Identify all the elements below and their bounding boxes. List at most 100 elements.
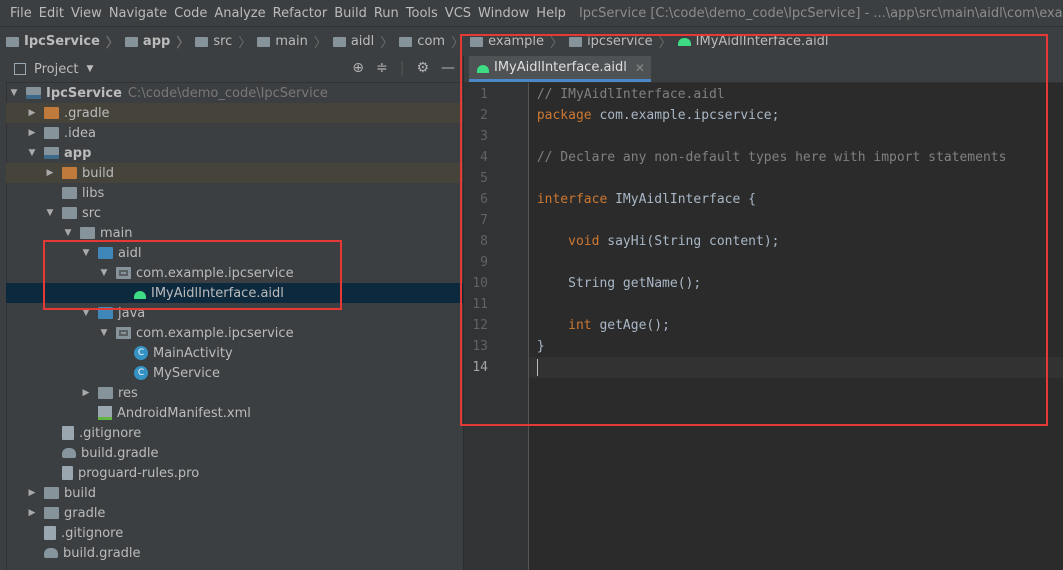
- expand-arrow-icon[interactable]: ▼: [26, 148, 38, 158]
- collapse-arrow-icon[interactable]: ▶: [26, 128, 38, 138]
- line-number: 14: [472, 360, 488, 375]
- tree-node[interactable]: .gitignore: [6, 523, 463, 543]
- project-tree: ▼ IpcService C:\code\demo_code\IpcService ▶…: [6, 83, 463, 570]
- tree-node[interactable]: ▶ gradle: [6, 503, 463, 523]
- line-number: 8: [480, 234, 488, 249]
- menu-tools[interactable]: Tools: [406, 6, 444, 21]
- project-view-selector[interactable]: Project: [34, 62, 78, 77]
- menu-navigate[interactable]: Navigate: [109, 6, 173, 21]
- code-line[interactable]: [529, 210, 1063, 231]
- tree-node[interactable]: ▼ java: [6, 303, 463, 323]
- code-line[interactable]: [529, 357, 1063, 378]
- breadcrumb-item[interactable]: IMyAidlInterface.aidl: [672, 34, 829, 49]
- tree-node[interactable]: ▼ src: [6, 203, 463, 223]
- breadcrumb-item[interactable]: com 〉: [393, 32, 464, 51]
- menu-edit[interactable]: Edit: [39, 6, 70, 21]
- menu-run[interactable]: Run: [374, 6, 405, 21]
- code-line[interactable]: [529, 168, 1063, 189]
- expand-arrow-icon[interactable]: ▼: [44, 208, 56, 218]
- breadcrumb-item[interactable]: ipcservice 〉: [563, 32, 672, 51]
- breadcrumb-separator-icon: 〉: [658, 36, 672, 51]
- menu-build[interactable]: Build: [334, 6, 373, 21]
- collapse-arrow-icon[interactable]: ▶: [26, 108, 38, 118]
- package-icon: [116, 267, 131, 279]
- tree-node[interactable]: ▶ build: [6, 483, 463, 503]
- code-line[interactable]: // Declare any non-default types here wi…: [529, 147, 1063, 168]
- menu-refactor[interactable]: Refactor: [273, 6, 334, 21]
- collapse-arrow-icon[interactable]: ▶: [26, 488, 38, 498]
- collapse-all-icon[interactable]: ≑: [376, 60, 388, 76]
- expand-arrow-icon[interactable]: ▼: [98, 268, 110, 278]
- tree-node[interactable]: .gitignore: [6, 423, 463, 443]
- code-line[interactable]: // IMyAidlInterface.aidl: [529, 84, 1063, 105]
- collapse-arrow-icon[interactable]: ▶: [44, 168, 56, 178]
- code-line[interactable]: interface IMyAidlInterface {: [529, 189, 1063, 210]
- tree-node[interactable]: proguard-rules.pro: [6, 463, 463, 483]
- code-line[interactable]: [529, 126, 1063, 147]
- code-line[interactable]: [529, 294, 1063, 315]
- code-text: com.example.ipcservice;: [591, 108, 780, 123]
- tree-node[interactable]: build.gradle: [6, 443, 463, 463]
- menu-code[interactable]: Code: [174, 6, 213, 21]
- tree-node[interactable]: ▼ com.example.ipcservice: [6, 323, 463, 343]
- breadcrumb-item[interactable]: example 〉: [464, 32, 563, 51]
- locate-file-icon[interactable]: ⊕: [352, 60, 364, 76]
- breadcrumb-item[interactable]: src 〉: [189, 32, 251, 51]
- expand-arrow-icon[interactable]: ▼: [62, 228, 74, 238]
- tree-node[interactable]: AndroidManifest.xml: [6, 403, 463, 423]
- manifest-icon: [98, 406, 112, 420]
- tree-node[interactable]: ▶ .gradle: [6, 103, 463, 123]
- tree-node[interactable]: ▼ IpcService C:\code\demo_code\IpcService: [6, 83, 463, 103]
- menu-file[interactable]: File: [10, 6, 38, 21]
- expand-arrow-icon[interactable]: ▼: [80, 248, 92, 258]
- tree-node[interactable]: ▼ com.example.ipcservice: [6, 263, 463, 283]
- hide-panel-icon[interactable]: —: [441, 60, 455, 76]
- breadcrumb-separator-icon: 〉: [380, 36, 394, 51]
- collapse-arrow-icon[interactable]: ▶: [80, 388, 92, 398]
- close-icon[interactable]: ✕: [635, 61, 645, 75]
- tree-node[interactable]: libs: [6, 183, 463, 203]
- breadcrumb-item[interactable]: app 〉: [119, 32, 189, 51]
- line-number: 2: [480, 108, 488, 123]
- menu-help[interactable]: Help: [536, 6, 572, 21]
- code-editor[interactable]: // IMyAidlInterface.aidl package com.exa…: [529, 83, 1063, 570]
- code-line[interactable]: int getAge();: [529, 315, 1063, 336]
- tree-node[interactable]: C MainActivity: [6, 343, 463, 363]
- gear-icon[interactable]: ⚙: [416, 60, 429, 76]
- tab-imyaidlinterface[interactable]: IMyAidlInterface.aidl ✕: [469, 56, 651, 82]
- tree-node[interactable]: ▶ .idea: [6, 123, 463, 143]
- tree-node[interactable]: ▼ app: [6, 143, 463, 163]
- breadcrumb-item[interactable]: aidl 〉: [327, 32, 393, 51]
- folder-blue-icon: [98, 247, 113, 259]
- breadcrumb-item[interactable]: IpcService 〉: [0, 32, 119, 51]
- code-line[interactable]: void sayHi(String content);: [529, 231, 1063, 252]
- menu-window[interactable]: Window: [478, 6, 535, 21]
- menu-analyze[interactable]: Analyze: [214, 6, 271, 21]
- expand-arrow-icon[interactable]: ▼: [80, 308, 92, 318]
- code-line[interactable]: String getName();: [529, 273, 1063, 294]
- code-line[interactable]: [529, 252, 1063, 273]
- tree-node[interactable]: IMyAidlInterface.aidl: [6, 283, 463, 303]
- menu-vcs[interactable]: VCS: [445, 6, 477, 21]
- menu-view[interactable]: View: [71, 6, 108, 21]
- tree-node[interactable]: ▶ build: [6, 163, 463, 183]
- breadcrumb-separator-icon: 〉: [451, 36, 465, 51]
- folder-icon: [98, 387, 113, 399]
- breadcrumb-item[interactable]: main 〉: [251, 32, 327, 51]
- tree-node-label: .gitignore: [61, 525, 124, 541]
- collapse-arrow-icon[interactable]: ▶: [26, 508, 38, 518]
- tree-node[interactable]: build.gradle: [6, 543, 463, 563]
- expand-arrow-icon[interactable]: ▼: [98, 328, 110, 338]
- expand-arrow-icon[interactable]: ▼: [8, 88, 20, 98]
- tree-node[interactable]: ▶ res: [6, 383, 463, 403]
- tree-node[interactable]: C MyService: [6, 363, 463, 383]
- code-line[interactable]: }: [529, 336, 1063, 357]
- tree-node[interactable]: ▼ main: [6, 223, 463, 243]
- breadcrumb: IpcService 〉 app 〉 src 〉 main 〉 aidl 〉 com 〉 example…: [0, 26, 1063, 57]
- tree-node[interactable]: ▼ aidl: [6, 243, 463, 263]
- menu-bar: File Edit View Navigate Code Analyze Refactor B…: [0, 0, 1063, 26]
- gradle-icon: [44, 548, 58, 558]
- chevron-down-icon[interactable]: ▼: [86, 64, 93, 74]
- code-line[interactable]: package com.example.ipcservice;: [529, 105, 1063, 126]
